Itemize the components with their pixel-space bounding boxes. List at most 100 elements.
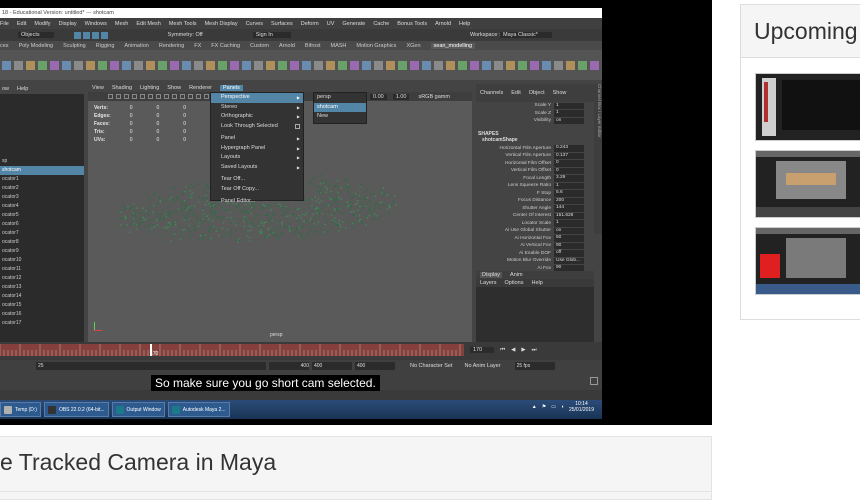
shelf-tool-icon[interactable] [337,60,347,70]
outliner-item[interactable]: ocator7 [0,229,84,238]
shelf-tool-icon[interactable] [229,60,239,70]
fps-select[interactable]: 25 fps [514,362,555,370]
network-icon[interactable]: ▭ [551,404,556,410]
taskbar-button[interactable]: Autodesk Maya 2... [167,402,230,417]
wireframe-icon[interactable] [164,94,169,99]
channel-value[interactable]: on [554,227,584,234]
outliner-item[interactable]: ocator3 [0,193,84,202]
shelf-tool-icon[interactable] [289,60,299,70]
exposure-field[interactable]: 0.00 [370,93,387,100]
outliner-item[interactable]: ocator12 [0,274,84,283]
channel-value[interactable]: 1 [554,220,584,227]
channel-row[interactable]: Shutter Angle 144 [476,205,594,213]
channel-value[interactable]: on [554,117,584,124]
outliner-item[interactable]: ocator2 [0,184,84,193]
channel-value[interactable]: off [554,250,584,257]
menu-item[interactable]: Mesh Tools [169,21,197,27]
shelf-tool-icon[interactable] [421,60,431,70]
shelf-tool-icon[interactable] [253,60,263,70]
channel-value[interactable]: 90 [554,242,584,249]
shelf-tool-icon[interactable] [121,60,131,70]
shelf-tool-icon[interactable] [109,60,119,70]
channel-menu-item[interactable]: Show [553,90,567,96]
channel-value[interactable]: 0 [554,160,584,167]
panels-menu-item[interactable]: Saved Layouts ▶ [211,163,303,173]
channel-row[interactable]: Center Of Interest 151.628 [476,212,594,220]
shelf-tab[interactable]: Rigging [96,43,115,49]
viewport-menu-item[interactable]: Show [167,85,181,91]
snap-point-icon[interactable] [91,31,99,39]
resolution-gate-icon[interactable] [148,94,153,99]
panels-menu-item[interactable]: Layouts ▶ [211,153,303,163]
layer-menu-options[interactable]: Options [505,280,524,286]
shelf-tab[interactable]: Poly Modeling [19,43,54,49]
safe-action-icon[interactable] [156,94,161,99]
menu-item[interactable]: Bonus Tools [397,21,427,27]
range-end-field[interactable]: 400 [269,362,309,370]
taskbar-button[interactable]: Temp (D:) [0,402,41,417]
menu-item[interactable]: Cache [373,21,389,27]
outliner-item[interactable] [0,103,84,112]
channel-menu-item[interactable]: Edit [511,90,520,96]
panels-menu-item[interactable]: Look Through Selected [211,122,303,132]
channel-row[interactable]: Locator Scale 1 [476,220,594,228]
outliner-menu-help[interactable]: Help [17,86,28,92]
shelf-tool-icon[interactable] [265,60,275,70]
shelf-tool-icon[interactable] [181,60,191,70]
shelf-tab[interactable]: FX Caching [211,43,240,49]
shelf-tool-icon[interactable] [589,60,599,70]
channel-row[interactable]: Vertical Film Offset 0 [476,167,594,175]
tab-anim[interactable]: Anim [510,272,523,278]
outliner-item[interactable]: shotcam [0,166,84,175]
outliner-item[interactable] [0,139,84,148]
channel-row[interactable]: Visibility on [476,117,594,125]
channel-row[interactable]: Motion Blur Override Use Glob... [476,257,594,265]
camera-menu-item[interactable]: persp [314,93,366,103]
channel-row[interactable]: F Stop 5.6 [476,190,594,198]
layer-menu-help[interactable]: Help [531,280,542,286]
shelf-tab[interactable]: XGen [406,43,420,49]
shelf-tool-icon[interactable] [409,60,419,70]
outliner-item[interactable]: sp [0,157,84,166]
range-start-field[interactable]: 25 [36,362,266,370]
textured-icon[interactable] [180,94,185,99]
viewport-menu-item[interactable]: Lighting [140,85,159,91]
shelf-tool-icon[interactable] [517,60,527,70]
panels-menu-item[interactable]: Panel ▶ [211,134,303,144]
shelf-tool-icon[interactable] [565,60,575,70]
layer-menu-layers[interactable]: Layers [480,280,497,286]
channel-row[interactable]: Ai Vertical Fov 90 [476,242,594,250]
anim-layer-select[interactable]: No Anim Layer [465,363,501,369]
shelf-tool-icon[interactable] [73,60,83,70]
grid-icon[interactable] [132,94,137,99]
outliner-item[interactable]: ocator1 [0,175,84,184]
sign-in-button[interactable]: Sign In [252,32,291,38]
menu-item[interactable]: Help [459,21,470,27]
shelf-tool-icon[interactable] [157,60,167,70]
outliner-item[interactable] [0,130,84,139]
symmetry-select[interactable]: Symmetry: Off [168,32,203,38]
channel-menu-item[interactable]: Object [529,90,545,96]
film-gate-icon[interactable] [140,94,145,99]
viewport-menu-item[interactable]: View [92,85,104,91]
shelf-tool-icon[interactable] [145,60,155,70]
shelf-tab[interactable]: ces [0,43,9,49]
shelf-tool-icon[interactable] [277,60,287,70]
shelf-tool-icon[interactable] [529,60,539,70]
snap-grid-icon[interactable] [73,31,81,39]
shelf-tab[interactable]: Animation [124,43,148,49]
current-time-field[interactable]: 170 [470,347,495,353]
panels-menu-item[interactable]: Stereo ▶ [211,103,303,113]
menu-item[interactable]: Arnold [435,21,451,27]
smooth-shade-icon[interactable] [172,94,177,99]
tab-display[interactable]: Display [480,272,503,278]
option-box-icon[interactable] [295,123,300,129]
tray-up-icon[interactable]: ▲ [532,404,537,410]
shelf-tool-icon[interactable] [469,60,479,70]
channel-value[interactable]: 1 [554,110,584,117]
taskbar-button[interactable]: OBS 22.0.2 (64-bit... [43,402,109,417]
shelf-tool-icon[interactable] [37,60,47,70]
panels-menu-item[interactable]: Hypergraph Panel ▶ [211,144,303,154]
shelf-tool-icon[interactable] [133,60,143,70]
menu-item[interactable]: Edit Mesh [136,21,160,27]
